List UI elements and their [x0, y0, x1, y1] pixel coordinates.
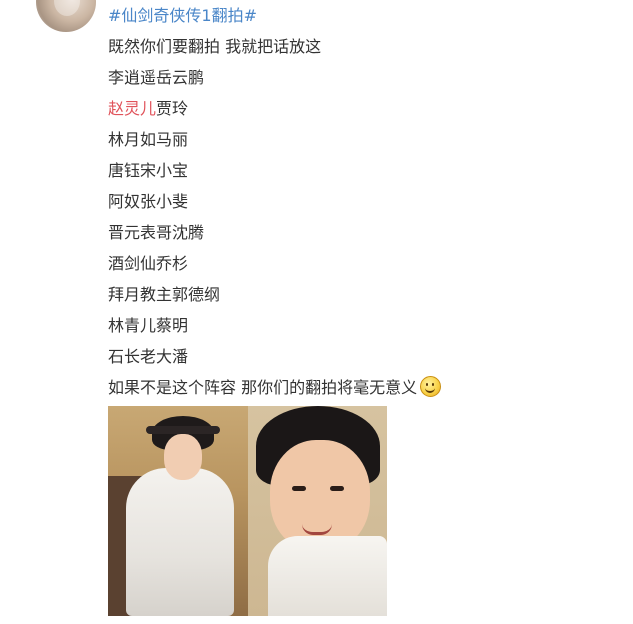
- post-text: #仙剑奇侠传1翻拍# 既然你们要翻拍 我就把话放这 李逍遥岳云鹏 赵灵儿贾玲 林…: [108, 0, 608, 403]
- highlight-name: 赵灵儿: [108, 99, 157, 118]
- hashtag-close: #: [243, 6, 257, 25]
- hashtag-line: #仙剑奇侠传1翻拍#: [108, 0, 608, 31]
- post-line: 唐钰宋小宝: [108, 161, 189, 180]
- post-line: 石长老大潘: [108, 347, 189, 366]
- post-line: 酒剑仙乔杉: [108, 254, 189, 273]
- face: [164, 434, 202, 480]
- avatar[interactable]: [36, 0, 96, 32]
- post-line: 拜月教主郭德纲: [108, 285, 221, 304]
- post-line: 既然你们要翻拍 我就把话放这: [108, 37, 322, 56]
- post-line: 林月如马丽: [108, 130, 189, 149]
- hashtag-open: #: [108, 6, 122, 25]
- post-image[interactable]: [108, 406, 387, 616]
- post-line: 阿奴张小斐: [108, 192, 189, 211]
- highlight-rest: 贾玲: [156, 99, 189, 118]
- hashtag-link[interactable]: #仙剑奇侠传1翻拍#: [108, 6, 257, 25]
- right-eye: [330, 486, 344, 491]
- post-line-highlight: 赵灵儿贾玲: [108, 93, 608, 124]
- post-closing-line: 如果不是这个阵容 那你们的翻拍将毫无意义: [108, 372, 608, 403]
- image-panel-left: [108, 406, 248, 616]
- hashtag-text: 仙剑奇侠传1翻拍: [121, 6, 244, 25]
- post-line: 李逍遥岳云鹏: [108, 68, 205, 87]
- avatar-highlight: [54, 0, 80, 16]
- white-sleeve: [268, 536, 387, 616]
- left-eye: [292, 486, 306, 491]
- smile-emoji-icon: [420, 376, 442, 397]
- closing-text: 如果不是这个阵容 那你们的翻拍将毫无意义: [108, 378, 418, 397]
- hair-ornament: [146, 426, 220, 434]
- post-line: 林青儿蔡明: [108, 316, 189, 335]
- post-line: 晋元表哥沈腾: [108, 223, 205, 242]
- white-robe: [126, 468, 234, 616]
- image-panel-right: [248, 406, 387, 616]
- weibo-post: #仙剑奇侠传1翻拍# 既然你们要翻拍 我就把话放这 李逍遥岳云鹏 赵灵儿贾玲 林…: [0, 0, 633, 624]
